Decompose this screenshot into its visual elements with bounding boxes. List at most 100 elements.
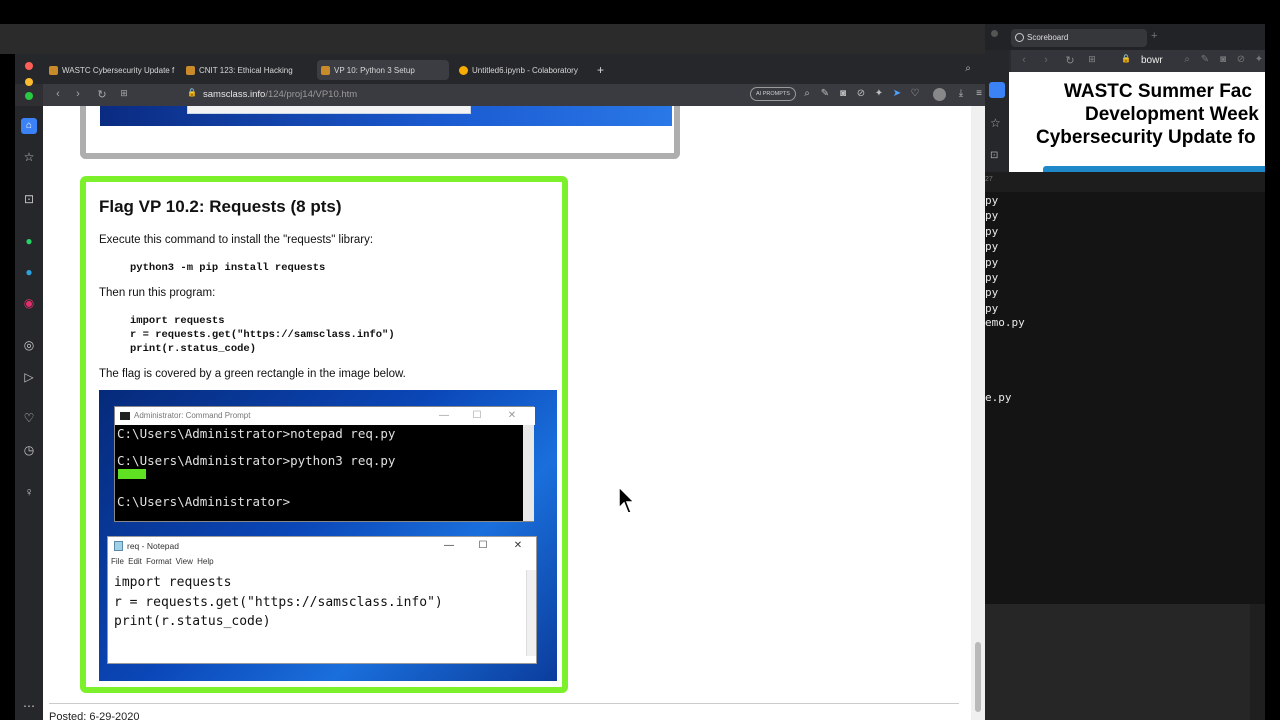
cmd-titlebar: Administrator: Command Prompt — ☐ ✕: [115, 407, 535, 425]
search-page-icon[interactable]: ⌕: [801, 88, 813, 100]
tab-colab[interactable]: Untitled6.ipynb - Colaboratory: [455, 60, 590, 80]
terminal-line: py: [985, 286, 999, 299]
wallet-icon[interactable]: ⊡: [990, 150, 998, 161]
minimize-icon: —: [439, 410, 449, 421]
heart-icon[interactable]: ♡: [909, 88, 921, 100]
browser-sidebar: ☆ ⊡: [985, 50, 1009, 172]
search-tabs-icon[interactable]: ⌕: [962, 63, 974, 75]
flag-title: Flag VP 10.2: Requests (8 pts): [99, 197, 342, 216]
terminal-line: py: [985, 256, 999, 269]
second-browser-window: Scoreboard + ☆ ⊡ ‹ › ↻ ⊞ 🔒 bowr ⌕ ✎ ◙ ⊘ …: [985, 24, 1265, 172]
extension-icon[interactable]: ✦: [873, 88, 885, 100]
terminal-line: py: [985, 209, 999, 222]
new-tab-button[interactable]: +: [1151, 30, 1157, 42]
close-window-button[interactable]: [991, 30, 998, 37]
terminal-line: py: [985, 194, 999, 207]
address-toolbar: ‹ › ↻ ⊞ 🔒 samsclass.info/124/proj14/VP10…: [43, 84, 985, 106]
send-sidebar-icon[interactable]: ▷: [21, 369, 37, 385]
terminal-line: py: [985, 302, 999, 315]
flag-section: Flag VP 10.2: Requests (8 pts) Execute t…: [80, 176, 568, 693]
terminal-header: 27: [985, 172, 1265, 192]
close-window-button[interactable]: [25, 62, 33, 70]
forward-icon[interactable]: ›: [1039, 54, 1053, 66]
camera-icon[interactable]: ◙: [1217, 54, 1229, 66]
reload-icon[interactable]: ↻: [95, 88, 109, 101]
speed-dial-icon[interactable]: ⊞: [1085, 54, 1099, 65]
download-icon[interactable]: ⤓: [955, 88, 967, 100]
favicon-icon: [321, 65, 330, 75]
wallet-icon[interactable]: ⊡: [21, 191, 37, 207]
back-icon[interactable]: ‹: [51, 88, 65, 100]
tab-scoreboard[interactable]: Scoreboard: [1011, 29, 1147, 47]
send-icon[interactable]: ➤: [891, 88, 903, 100]
background-window: [985, 604, 1250, 720]
extension-icon[interactable]: ✦: [1253, 54, 1265, 66]
menu-icon[interactable]: ≡: [973, 88, 985, 100]
zoom-window-button[interactable]: [25, 92, 33, 100]
block-icon[interactable]: ⊘: [1235, 54, 1247, 66]
desktop: WASTC Cybersecurity Update f CNIT 123: E…: [0, 0, 1280, 720]
scoreboard-page: WASTC Summer Fac Development Week Cybers…: [1009, 72, 1265, 172]
more-icon[interactable]: ⋯: [21, 698, 37, 714]
notepad-menu: File Edit Format View Help: [111, 557, 214, 566]
block-icon[interactable]: ⊘: [855, 88, 867, 100]
camera-icon[interactable]: ◙: [837, 88, 849, 100]
history-icon[interactable]: ◷: [21, 442, 37, 458]
instruction-text: The flag is covered by a green rectangle…: [99, 368, 406, 380]
home-icon[interactable]: [989, 82, 1005, 98]
home-icon[interactable]: ⌂: [21, 118, 37, 134]
instruction-text: Execute this command to install the "req…: [99, 234, 374, 246]
instagram-icon[interactable]: ◉: [21, 295, 37, 311]
telegram-icon[interactable]: ●: [21, 264, 37, 280]
cmd-line: C:\Users\Administrator>python3 req.py: [117, 453, 396, 468]
favicon-icon: [49, 65, 58, 75]
reload-icon[interactable]: ↻: [1063, 54, 1077, 67]
pen-icon[interactable]: ✎: [819, 88, 831, 100]
notepad-window: req - Notepad — ☐ ✕ File Edit Format Vie…: [107, 536, 537, 664]
bookmarks-icon[interactable]: ☆: [21, 149, 37, 165]
forward-icon[interactable]: ›: [71, 88, 85, 100]
flag-cover-rectangle: [118, 469, 146, 479]
code-line: import requests: [130, 315, 225, 327]
player-icon[interactable]: ◎: [21, 337, 37, 353]
previous-screenshot-window: [187, 106, 471, 114]
install-command: python3 -m pip install requests: [130, 262, 326, 274]
avatar[interactable]: [933, 88, 946, 101]
close-icon: ✕: [513, 540, 523, 551]
ai-prompts-button[interactable]: AI PROMPTS: [750, 87, 796, 101]
tab-cnit123[interactable]: CNIT 123: Ethical Hacking: [182, 60, 312, 80]
flag-screenshot: Administrator: Command Prompt — ☐ ✕ C:\U…: [99, 390, 557, 681]
browser-sidebar: ⌂ ☆ ⊡ ● ● ◉ ◎ ▷ ♡ ◷ ♀ ⋯: [15, 106, 43, 720]
speed-dial-icon[interactable]: ⊞: [117, 88, 131, 99]
tab-vp10[interactable]: VP 10: Python 3 Setup: [317, 60, 449, 80]
new-tab-button[interactable]: +: [593, 60, 609, 80]
whatsapp-icon[interactable]: ●: [21, 233, 37, 249]
page-heading-line: WASTC Summer Fac: [1064, 81, 1252, 102]
instruction-text: Then run this program:: [99, 287, 216, 299]
desktop-strip: [0, 24, 985, 54]
terminal-line: py: [985, 271, 999, 284]
scrollbar-thumb[interactable]: [975, 642, 981, 712]
bookmarks-icon[interactable]: ☆: [990, 116, 1001, 130]
url-field[interactable]: samsclass.info/124/proj14/VP10.htm: [203, 89, 357, 100]
terminal-window: 27 py py py py py py py py emo.py e.py: [985, 172, 1265, 604]
favorites-icon[interactable]: ♡: [21, 410, 37, 426]
previous-flag-box: [80, 106, 680, 159]
page-heading-line: Cybersecurity Update fo: [1036, 127, 1256, 148]
pen-icon[interactable]: ✎: [1199, 54, 1211, 66]
previous-screenshot: [100, 106, 672, 126]
tips-icon[interactable]: ♀: [21, 484, 37, 500]
minimize-window-button[interactable]: [25, 78, 33, 86]
page-scrollbar[interactable]: [971, 106, 985, 720]
tab-bar: WASTC Cybersecurity Update f CNIT 123: E…: [15, 54, 985, 84]
tab-wastc[interactable]: WASTC Cybersecurity Update f: [45, 60, 175, 80]
main-browser-window: WASTC Cybersecurity Update f CNIT 123: E…: [15, 54, 985, 720]
minimize-icon: —: [444, 540, 454, 551]
tab-bar: Scoreboard +: [985, 24, 1265, 50]
address-toolbar: ‹ › ↻ ⊞ 🔒 bowr ⌕ ✎ ◙ ⊘ ✦: [1011, 50, 1265, 72]
cmd-icon: [120, 412, 130, 420]
back-icon[interactable]: ‹: [1017, 54, 1031, 66]
search-page-icon[interactable]: ⌕: [1181, 54, 1193, 66]
terminal-line: e.py: [985, 391, 1012, 404]
url-field[interactable]: bowr: [1141, 55, 1163, 66]
